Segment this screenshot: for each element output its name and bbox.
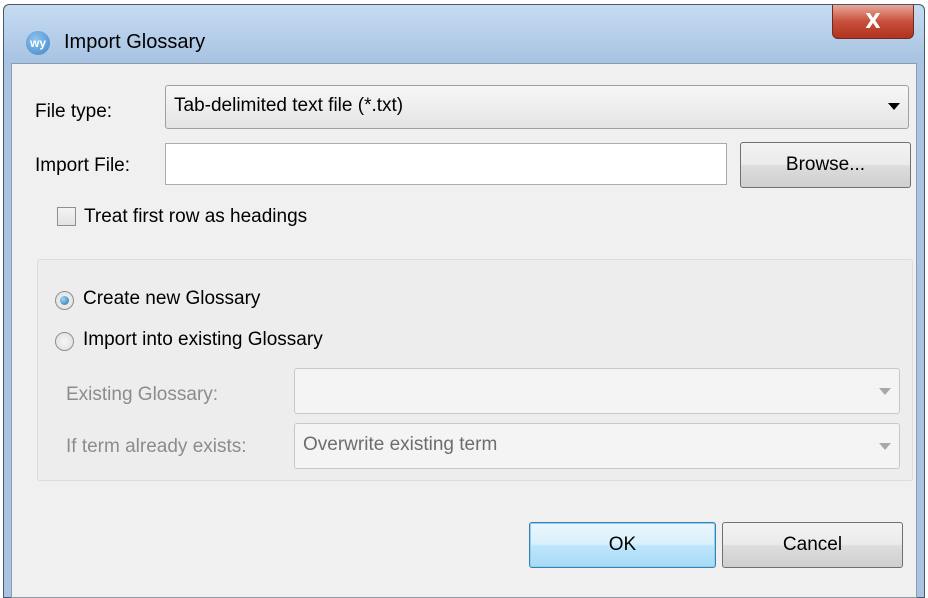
existing-glossary-label: Existing Glossary: (66, 384, 219, 405)
dropdown-arrow-icon (879, 443, 891, 450)
app-icon: wy (26, 31, 50, 55)
headings-checkbox[interactable] (57, 207, 76, 226)
import-existing-radio[interactable] (55, 332, 74, 351)
import-glossary-dialog: wy Import Glossary X File type: Tab-deli… (3, 4, 925, 598)
file-type-value: Tab-delimited text file (*.txt) (174, 95, 404, 116)
close-button[interactable]: X (832, 5, 914, 39)
headings-checkbox-label[interactable]: Treat first row as headings (84, 206, 307, 228)
import-file-label: Import File: (35, 155, 131, 176)
radio-selected-dot (60, 296, 69, 305)
import-file-field[interactable] (165, 143, 727, 185)
dialog-body: File type: Tab-delimited text file (*.tx… (11, 63, 917, 598)
ok-button[interactable]: OK (529, 522, 716, 568)
dialog-title: Import Glossary (64, 31, 206, 53)
import-options-group: Create new Glossary Import into existing… (37, 259, 913, 481)
dropdown-arrow-icon (888, 103, 900, 110)
browse-button[interactable]: Browse... (740, 142, 911, 188)
file-type-dropdown[interactable]: Tab-delimited text file (*.txt) (165, 85, 909, 129)
import-existing-label[interactable]: Import into existing Glossary (83, 329, 323, 351)
create-new-radio[interactable] (55, 291, 74, 310)
title-bar[interactable]: wy Import Glossary X (4, 5, 924, 63)
term-exists-value: Overwrite existing term (303, 434, 498, 455)
create-new-label[interactable]: Create new Glossary (83, 288, 260, 310)
dropdown-arrow-icon (879, 388, 891, 395)
term-exists-label: If term already exists: (66, 436, 247, 457)
file-type-label: File type: (35, 101, 113, 122)
existing-glossary-dropdown[interactable] (294, 368, 900, 414)
close-icon: X (865, 9, 881, 33)
cancel-button[interactable]: Cancel (722, 522, 903, 568)
term-exists-dropdown[interactable]: Overwrite existing term (294, 423, 900, 469)
